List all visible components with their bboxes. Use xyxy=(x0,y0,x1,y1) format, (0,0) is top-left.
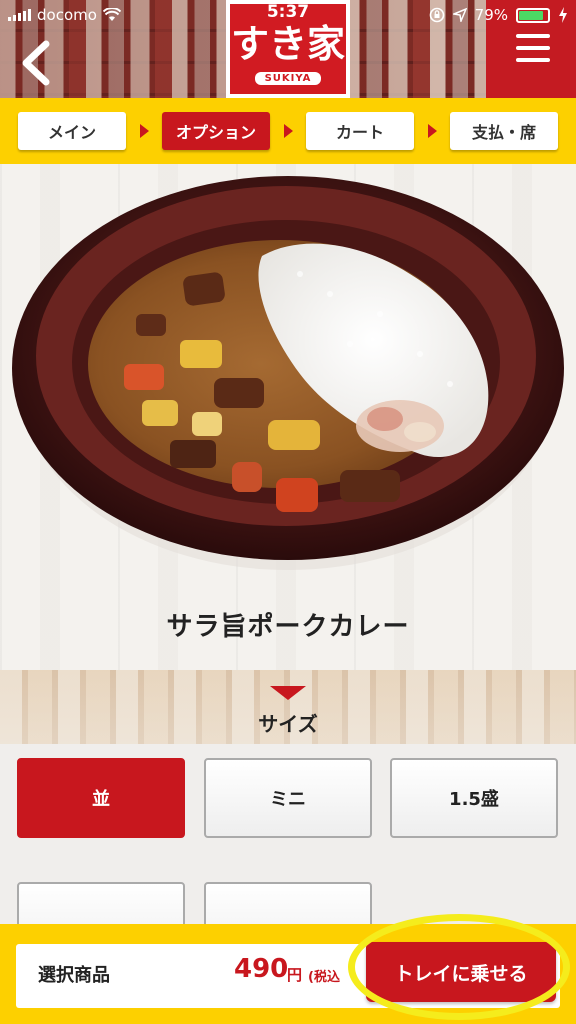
charging-icon xyxy=(559,7,567,23)
selected-item-label: 選択商品 xyxy=(38,965,110,986)
logo-text: すき家 xyxy=(230,21,345,66)
highlight-circle xyxy=(348,914,570,1020)
lock-rotation-icon xyxy=(429,7,444,23)
size-option-mini[interactable]: ミニ xyxy=(204,758,372,838)
size-option-1-5[interactable]: 1.5盛 xyxy=(390,758,558,838)
battery-icon xyxy=(516,7,550,23)
step-arrow-icon xyxy=(140,124,149,138)
product-photo-area xyxy=(0,164,576,670)
location-icon xyxy=(452,8,467,22)
wifi-icon xyxy=(102,8,121,21)
product-name: サラ旨ポークカレー xyxy=(166,612,410,642)
status-bar: docomo 79% xyxy=(8,4,568,26)
step-arrow-icon xyxy=(284,124,293,138)
size-options: 並 ミニ 1.5盛 xyxy=(0,744,576,962)
size-label: サイズ xyxy=(258,712,318,736)
price-unit: 円 xyxy=(287,966,303,984)
step-cart[interactable]: カート xyxy=(306,112,414,150)
back-chevron-icon[interactable] xyxy=(18,40,58,86)
carrier-name: docomo xyxy=(37,6,97,24)
signal-icon xyxy=(8,9,31,21)
price-value: 490 xyxy=(234,954,289,984)
order-steps: メイン オプション カート 支払・席 xyxy=(0,98,576,164)
battery-percent: 79% xyxy=(474,6,508,24)
triangle-down-icon xyxy=(270,686,306,700)
step-arrow-icon xyxy=(428,124,437,138)
tax-note: (税込 xyxy=(308,970,340,985)
logo-romaji: SUKIYA xyxy=(254,72,322,85)
step-payment-seat[interactable]: 支払・席 xyxy=(450,112,558,150)
step-main[interactable]: メイン xyxy=(18,112,126,150)
step-option[interactable]: オプション xyxy=(162,112,270,150)
size-option-regular[interactable]: 並 xyxy=(17,758,185,838)
curry-bowl-image xyxy=(12,176,564,570)
